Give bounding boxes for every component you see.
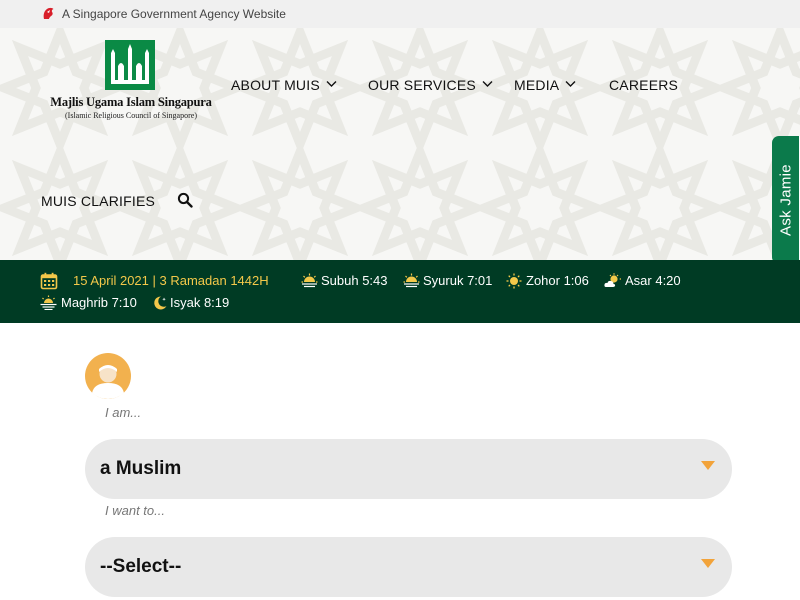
iam-select-value: a Muslim — [100, 458, 182, 479]
calendar-icon — [40, 272, 58, 290]
nav-about-muis[interactable]: ABOUT MUIS — [231, 77, 337, 93]
gov-agency-bar: A Singapore Government Agency Website — [0, 0, 800, 28]
chevron-down-icon — [565, 81, 576, 87]
nav-careers[interactable]: CAREERS — [609, 77, 678, 93]
iwant-hint: I want to... — [105, 503, 165, 518]
ask-jamie-tab[interactable]: Ask Jamie — [772, 136, 800, 264]
merlion-lion-icon — [43, 7, 54, 19]
sun-cloud-icon — [604, 273, 621, 287]
site-header: Majlis Ugama Islam Singapura (Islamic Re… — [0, 28, 800, 260]
muis-logo[interactable]: Majlis Ugama Islam Singapura (Islamic Re… — [48, 40, 214, 126]
nav-our-services[interactable]: OUR SERVICES — [368, 77, 493, 93]
iwant-select[interactable]: --Select-- — [85, 537, 732, 597]
sunrise-icon — [301, 273, 318, 288]
persona-selector: I am... a Muslim I want to... --Select-- — [0, 323, 800, 600]
user-avatar-icon — [85, 353, 131, 399]
nav-muis-clarifies[interactable]: MUIS CLARIFIES — [41, 193, 155, 209]
chevron-down-icon — [326, 81, 337, 87]
nav-careers-label: CAREERS — [609, 77, 679, 93]
caret-down-icon — [701, 461, 715, 470]
ask-jamie-label: Ask Jamie — [777, 164, 795, 236]
nav-media-label: MEDIA — [514, 77, 560, 93]
prayer-time-isyak: Isyak 8:19 — [170, 295, 230, 310]
nav-clarifies-label: MUIS CLARIFIES — [41, 193, 156, 209]
muis-emblem-icon — [105, 40, 155, 90]
nav-services-label: OUR SERVICES — [368, 77, 476, 93]
sunset-icon — [40, 295, 57, 310]
caret-down-icon — [701, 559, 715, 568]
prayer-time-subuh: Subuh 5:43 — [321, 273, 388, 288]
chevron-down-icon — [482, 81, 493, 87]
prayer-time-zohor: Zohor 1:06 — [526, 273, 589, 288]
sunrise-icon — [403, 273, 420, 288]
sun-icon — [506, 273, 522, 289]
nav-media[interactable]: MEDIA — [514, 77, 576, 93]
prayer-date: 15 April 2021 | 3 Ramadan 1442H — [73, 273, 269, 288]
iam-hint: I am... — [105, 405, 142, 420]
search-icon[interactable] — [177, 192, 193, 208]
prayer-times-bar: 15 April 2021 | 3 Ramadan 1442H Subuh 5:… — [0, 260, 800, 323]
prayer-time-syuruk: Syuruk 7:01 — [423, 273, 493, 288]
prayer-time-asar: Asar 4:20 — [625, 273, 681, 288]
gov-agency-text: A Singapore Government Agency Website — [62, 7, 286, 21]
logo-subtitle: (Islamic Religious Council of Singapore) — [65, 111, 197, 120]
iam-select[interactable]: a Muslim — [85, 439, 732, 499]
moon-icon — [154, 296, 167, 310]
nav-about-label: ABOUT MUIS — [231, 77, 320, 93]
logo-name: Majlis Ugama Islam Singapura — [50, 95, 212, 109]
prayer-time-maghrib: Maghrib 7:10 — [61, 295, 137, 310]
iwant-select-value: --Select-- — [100, 556, 182, 577]
